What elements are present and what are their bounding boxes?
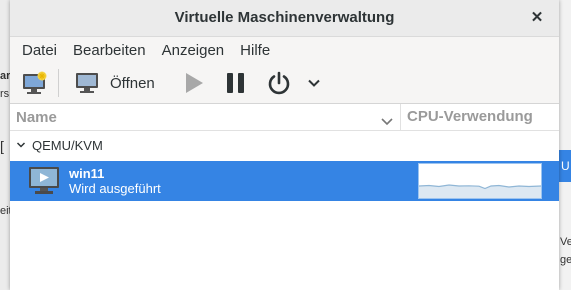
vm-status: Wird ausgeführt: [69, 181, 161, 196]
new-vm-button[interactable]: [22, 71, 48, 95]
shutdown-button[interactable]: [267, 71, 291, 95]
cpu-graph-sparkline: [418, 184, 542, 198]
new-vm-icon: [23, 71, 47, 94]
connection-label: QEMU/KVM: [32, 137, 103, 153]
vm-row[interactable]: win11 Wird ausgeführt: [10, 161, 559, 201]
power-icon: [268, 71, 290, 95]
play-icon: [185, 73, 203, 93]
background-window-right: U Ve ge: [559, 0, 571, 290]
connection-row[interactable]: QEMU/KVM: [10, 131, 559, 159]
virt-manager-window: Virtuelle Maschinenverwaltung ✕ Datei Be…: [10, 0, 559, 290]
column-name-label: Name: [16, 108, 57, 126]
cpu-usage-graph: [418, 163, 542, 199]
window-title: Virtuelle Maschinenverwaltung: [174, 9, 395, 26]
monitor-icon: [76, 73, 98, 93]
column-header-name[interactable]: Name: [10, 109, 400, 126]
toolbar: Öffnen: [10, 63, 559, 104]
menu-anzeigen[interactable]: Anzeigen: [154, 42, 233, 59]
pause-button[interactable]: [225, 71, 247, 95]
shutdown-menu-button[interactable]: [307, 76, 321, 90]
chevron-down-icon: [308, 79, 320, 87]
sort-chevron-icon: [381, 117, 393, 125]
open-label: Öffnen: [110, 74, 155, 92]
bg-text-fragment: ge: [560, 254, 571, 266]
menu-hilfe[interactable]: Hilfe: [232, 42, 278, 59]
column-cpu-label: CPU-Verwendung: [407, 108, 533, 125]
expander-chevron-icon[interactable]: [16, 140, 26, 150]
menu-datei[interactable]: Datei: [14, 42, 65, 59]
menubar: Datei Bearbeiten Anzeigen Hilfe: [10, 37, 559, 63]
column-header-cpu[interactable]: CPU-Verwendung: [400, 104, 533, 130]
run-button[interactable]: [183, 71, 205, 95]
close-button[interactable]: ✕: [525, 6, 549, 30]
column-header-row: Name CPU-Verwendung: [10, 104, 559, 131]
vm-monitor-icon: [29, 167, 59, 194]
vm-name: win11: [69, 166, 105, 181]
menu-bearbeiten[interactable]: Bearbeiten: [65, 42, 154, 59]
bg-button-fragment: U: [559, 150, 571, 182]
open-button[interactable]: Öffnen: [67, 72, 155, 94]
toolbar-separator: [58, 69, 59, 97]
bg-text-fragment: Ve: [560, 236, 571, 248]
pause-icon: [226, 73, 244, 93]
titlebar[interactable]: Virtuelle Maschinenverwaltung ✕: [10, 0, 559, 37]
